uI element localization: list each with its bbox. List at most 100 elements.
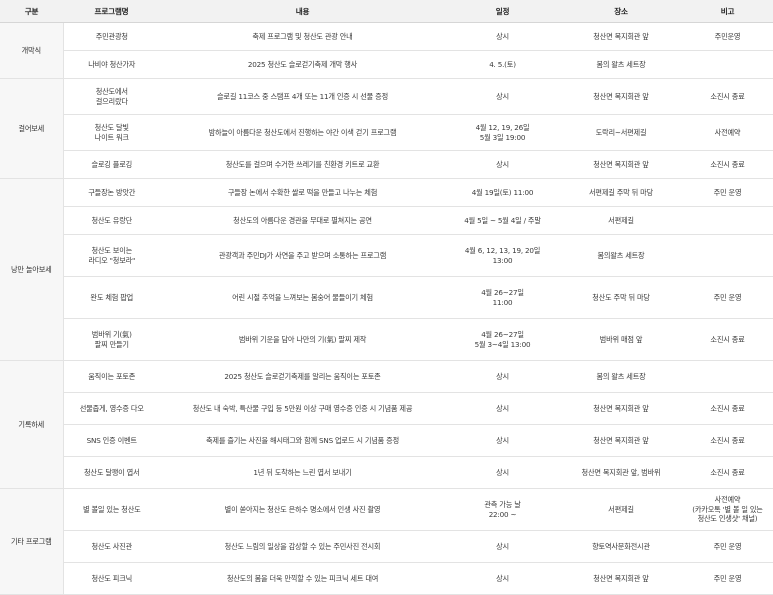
schedule-cell: 4월 26~27일 11:00 — [445, 276, 560, 319]
program-cell: 청산도에서 걸으리랐다 — [63, 78, 160, 115]
program-cell: 청산도 사진관 — [63, 530, 160, 563]
schedule-cell: 상시 — [445, 360, 560, 393]
schedule-cell: 상시 — [445, 22, 560, 51]
note-cell: 주민 운영 — [682, 562, 773, 595]
content-cell: 축제를 즐기는 사진을 해시태그와 함께 SNS 업로드 시 기념품 증정 — [160, 424, 445, 457]
program-cell: 청산도 유랑단 — [63, 206, 160, 235]
note-cell: 소진시 종료 — [682, 78, 773, 115]
place-cell: 서편제길 주막 뒤 마당 — [560, 178, 682, 207]
place-cell: 청산면 복지회관 앞 — [560, 150, 682, 179]
schedule-cell: 4월 19일(토) 11:00 — [445, 178, 560, 207]
content-cell: 구들장 논에서 수확한 쌀로 떡을 만들고 나누는 체험 — [160, 178, 445, 207]
content-cell: 청산도의 봄을 더욱 만끽할 수 있는 피크닉 세트 대여 — [160, 562, 445, 595]
table-row: 청산도 달빛 나이트 워크 밤하늘이 아름다운 청산도에서 진행하는 야간 이색… — [0, 114, 773, 151]
schedule-cell: 상시 — [445, 530, 560, 563]
content-cell: 2025 청산도 슬로걷기축제를 알리는 움직이는 포토존 — [160, 360, 445, 393]
program-cell: 나비야 청산가자 — [63, 50, 160, 79]
place-cell: 봄의왈츠 세트장 — [560, 234, 682, 277]
schedule-cell: 상시 — [445, 562, 560, 595]
place-cell: 청산면 복지회관 앞, 범바위 — [560, 456, 682, 489]
note-cell: 소진시 종료 — [682, 150, 773, 179]
table-row: 걸어보세 청산도에서 걸으리랐다 슬로길 11코스 중 스탬프 4개 또는 11… — [0, 78, 773, 179]
note-cell — [682, 50, 773, 79]
schedule-cell: 상시 — [445, 424, 560, 457]
program-cell: 범바위 기(氣) 팔찌 만들기 — [63, 318, 160, 361]
schedule-cell: 4월 12, 19, 26일 5월 3일 19:00 — [445, 114, 560, 151]
content-cell: 관광객과 주민DJ가 사연을 주고 받으며 소통하는 프로그램 — [160, 234, 445, 277]
place-cell: 청산면 복지회관 앞 — [560, 392, 682, 425]
program-schedule-table: 구분 프로그램명 내용 일정 장소 비고 개막식 주민관광청 축제 프로그램 및… — [0, 0, 773, 595]
program-cell: 주민관광청 — [63, 22, 160, 51]
place-cell: 범바위 매점 앞 — [560, 318, 682, 361]
content-cell: 슬로길 11코스 중 스탬프 4개 또는 11개 인증 시 선물 증정 — [160, 78, 445, 115]
place-cell: 청산면 복지회관 앞 — [560, 22, 682, 51]
category-cell: 낭만 놀아보세 — [0, 178, 64, 361]
note-cell: 사전예약 (카카오톡 '별 볼 일 있는 청산도 인생샷' 채널) — [682, 488, 773, 531]
table-row: 완도 체험 팝업 어린 시절 추억을 느껴보는 봄숭어 물들이기 체험 4월 2… — [0, 276, 773, 319]
table-row: 낭만 놀아보세 구들장논 방앗간 구들장 논에서 수확한 쌀로 떡을 만들고 나… — [0, 178, 773, 361]
schedule-cell: 4. 5.(토) — [445, 50, 560, 79]
schedule-cell: 상시 — [445, 392, 560, 425]
place-cell: 향토역사문화전시관 — [560, 530, 682, 563]
schedule-cell: 상시 — [445, 456, 560, 489]
note-cell: 소진시 종료 — [682, 392, 773, 425]
place-cell: 청산면 복지회관 앞 — [560, 424, 682, 457]
content-cell: 별이 쏟아지는 청산도 은하수 명소에서 인생 사진 촬영 — [160, 488, 445, 531]
content-cell: 축제 프로그램 및 청산도 관광 안내 — [160, 22, 445, 51]
program-cell: 움직이는 포토존 — [63, 360, 160, 393]
content-cell: 청산도 느림의 일상을 감상할 수 있는 주민사진 전시회 — [160, 530, 445, 563]
program-cell: 청산도 달팽이 엽서 — [63, 456, 160, 489]
note-cell: 주민 운영 — [682, 530, 773, 563]
note-cell: 소진시 종료 — [682, 424, 773, 457]
table-row: 나비야 청산가자 2025 청산도 슬로걷기축제 개막 행사 4. 5.(토) … — [0, 50, 773, 79]
table-row: 청산도 달팽이 엽서 1년 뒤 도착하는 느린 엽서 보내기 상시 청산면 복지… — [0, 456, 773, 489]
header-place: 장소 — [560, 0, 682, 23]
table-row: 범바위 기(氣) 팔찌 만들기 범바위 기운을 담아 나만의 기(氣) 팔찌 제… — [0, 318, 773, 361]
note-cell — [682, 206, 773, 235]
schedule-cell: 상시 — [445, 78, 560, 115]
table-row: 청산도 보이는 라디오 "청보라" 관광객과 주민DJ가 사연을 주고 받으며 … — [0, 234, 773, 277]
note-cell: 사전예약 — [682, 114, 773, 151]
schedule-cell: 4월 5일 ~ 5월 4일 / 주말 — [445, 206, 560, 235]
program-cell: 구들장논 방앗간 — [63, 178, 160, 207]
header-content: 내용 — [160, 0, 445, 23]
note-cell: 소진시 종료 — [682, 318, 773, 361]
place-cell: 서편제길 — [560, 488, 682, 531]
table-row: SNS 인증 이벤트 축제를 즐기는 사진을 해시태그와 함께 SNS 업로드 … — [0, 424, 773, 457]
program-cell: SNS 인증 이벤트 — [63, 424, 160, 457]
program-cell: 청산도 피크닉 — [63, 562, 160, 595]
note-cell: 주민운영 — [682, 22, 773, 51]
content-cell: 청산도를 걸으며 수거한 쓰레기를 친환경 키트로 교환 — [160, 150, 445, 179]
program-cell: 청산도 달빛 나이트 워크 — [63, 114, 160, 151]
schedule-cell: 4월 6, 12, 13, 19, 20일 13:00 — [445, 234, 560, 277]
content-cell: 어린 시절 추억을 느껴보는 봄숭어 물들이기 체험 — [160, 276, 445, 319]
place-cell: 도락리~서편제길 — [560, 114, 682, 151]
content-cell: 1년 뒤 도착하는 느린 엽서 보내기 — [160, 456, 445, 489]
schedule-cell: 4월 26~27일 5월 3~4일 13:00 — [445, 318, 560, 361]
header-category: 구분 — [0, 0, 63, 23]
header-schedule: 일정 — [445, 0, 560, 23]
header-note: 비고 — [682, 0, 773, 23]
place-cell: 청산도 주막 뒤 마당 — [560, 276, 682, 319]
note-cell: 주민 운영 — [682, 178, 773, 207]
note-cell: 주민 운영 — [682, 276, 773, 319]
place-cell: 봄의 왈츠 세트장 — [560, 50, 682, 79]
content-cell: 청산도 내 숙박, 특산물 구입 등 5만원 이상 구매 영수증 인증 시 기념… — [160, 392, 445, 425]
category-cell: 기타 프로그램 — [0, 488, 64, 595]
content-cell: 청산도의 아름다운 경관을 무대로 펼쳐지는 공연 — [160, 206, 445, 235]
program-cell: 슬로깅 플로깅 — [63, 150, 160, 179]
content-cell: 2025 청산도 슬로걷기축제 개막 행사 — [160, 50, 445, 79]
table-row: 개막식 주민관광청 축제 프로그램 및 청산도 관광 안내 상시 청산면 복지회… — [0, 22, 773, 79]
content-cell: 밤하늘이 아름다운 청산도에서 진행하는 야간 이색 걷기 프로그램 — [160, 114, 445, 151]
table-row: 기타 프로그램 별 볼일 있는 청산도 별이 쏟아지는 청산도 은하수 명소에서… — [0, 488, 773, 595]
category-cell: 개막식 — [0, 22, 64, 79]
note-cell: 소진시 종료 — [682, 456, 773, 489]
table-row: 슬로깅 플로깅 청산도를 걸으며 수거한 쓰레기를 친환경 키트로 교환 상시 … — [0, 150, 773, 179]
table-row: 청산도 사진관 청산도 느림의 일상을 감상할 수 있는 주민사진 전시회 상시… — [0, 530, 773, 563]
place-cell: 봄의 왈츠 세트장 — [560, 360, 682, 393]
place-cell: 서편제길 — [560, 206, 682, 235]
content-cell: 범바위 기운을 담아 나만의 기(氣) 팔찌 제작 — [160, 318, 445, 361]
table-row: 기록하세 움직이는 포토존 2025 청산도 슬로걷기축제를 알리는 움직이는 … — [0, 360, 773, 489]
place-cell: 청산면 복지회관 앞 — [560, 562, 682, 595]
program-cell: 완도 체험 팝업 — [63, 276, 160, 319]
